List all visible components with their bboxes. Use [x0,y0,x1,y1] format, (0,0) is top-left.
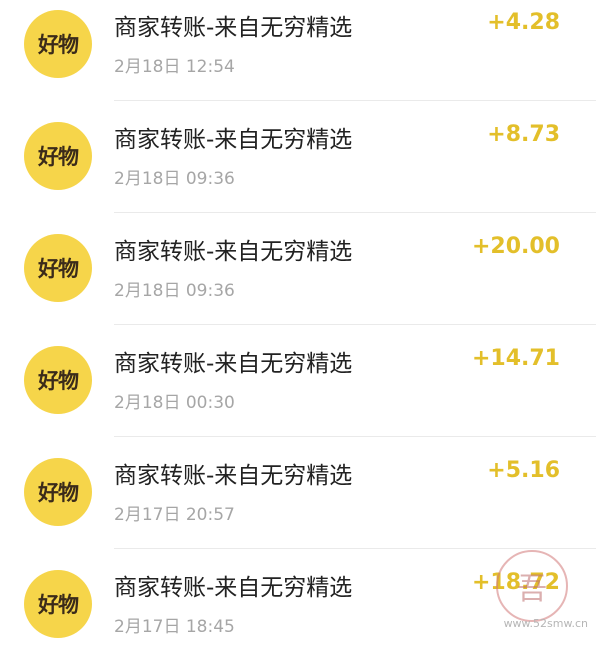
row-divider [114,212,596,213]
transaction-title: 商家转账-来自无穷精选 [114,127,353,153]
transaction-title: 商家转账-来自无穷精选 [114,239,353,265]
row-divider [114,436,596,437]
transaction-title: 商家转账-来自无穷精选 [114,463,353,489]
transaction-row[interactable]: 好物 商家转账-来自无穷精选 2月18日 00:30 +14.71 [0,336,596,448]
transaction-time: 2月18日 12:54 [114,57,235,77]
merchant-avatar-icon: 好物 [24,458,92,526]
merchant-avatar-icon: 好物 [24,10,92,78]
watermark-stamp-icon: 吾 [496,550,568,622]
transaction-amount: +8.73 [487,122,560,147]
merchant-avatar-icon: 好物 [24,122,92,190]
merchant-avatar-icon: 好物 [24,346,92,414]
row-divider [114,548,596,549]
transaction-amount: +20.00 [471,234,560,259]
transaction-row[interactable]: 好物 商家转账-来自无穷精选 2月18日 09:36 +20.00 [0,224,596,336]
transaction-title: 商家转账-来自无穷精选 [114,15,353,41]
transaction-title: 商家转账-来自无穷精选 [114,575,353,601]
transaction-amount: +4.28 [487,10,560,35]
merchant-avatar-icon: 好物 [24,570,92,638]
transaction-row[interactable]: 好物 商家转账-来自无穷精选 2月17日 20:57 +5.16 [0,448,596,560]
merchant-avatar-icon: 好物 [24,234,92,302]
transaction-title: 商家转账-来自无穷精选 [114,351,353,377]
transaction-row[interactable]: 好物 商家转账-来自无穷精选 2月18日 09:36 +8.73 [0,112,596,224]
transaction-row[interactable]: 好物 商家转账-来自无穷精选 2月18日 12:54 +4.28 [0,0,596,112]
transaction-time: 2月18日 09:36 [114,169,235,189]
transaction-time: 2月17日 18:45 [114,617,235,637]
row-divider [114,100,596,101]
transaction-amount: +14.71 [471,346,560,371]
transaction-time: 2月18日 09:36 [114,281,235,301]
transaction-time: 2月17日 20:57 [114,505,235,525]
transaction-amount: +5.16 [487,458,560,483]
transaction-time: 2月18日 00:30 [114,393,235,413]
watermark-url: www.52smw.cn [503,617,588,630]
row-divider [114,324,596,325]
